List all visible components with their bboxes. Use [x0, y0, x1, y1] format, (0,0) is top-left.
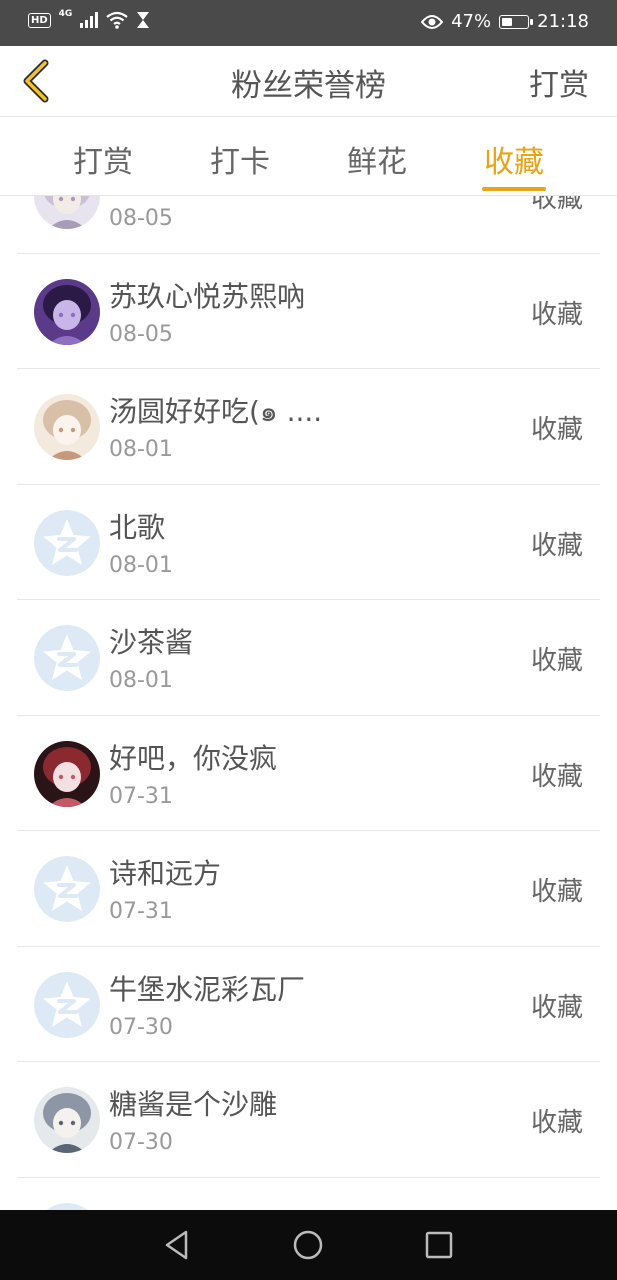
list-item[interactable]: 诗和远方 07-31 收藏: [17, 831, 600, 947]
favorite-date: 07-30: [109, 1014, 173, 1040]
favorite-date: 07-30: [109, 1130, 173, 1155]
fan-name: 沙茶酱: [109, 626, 194, 659]
network-type: 4G: [58, 9, 73, 19]
fan-name: 汤圆好好吃(๑ ....: [109, 395, 323, 428]
action-label: 收藏: [530, 196, 583, 214]
battery-icon: [499, 14, 534, 29]
avatar[interactable]: [34, 971, 100, 1038]
action-label: 收藏: [530, 1108, 583, 1138]
reward-button[interactable]: 打赏: [529, 60, 589, 104]
battery-level: [502, 17, 513, 26]
avatar[interactable]: [34, 196, 100, 229]
fan-name: 苏玖心悦苏熙吶: [109, 279, 306, 313]
favorite-date: 07-31: [109, 783, 173, 809]
eye-icon: [421, 14, 444, 29]
tab-checkin[interactable]: 打卡: [190, 137, 290, 181]
nav-back-icon[interactable]: [159, 1227, 195, 1263]
tab-reward[interactable]: 打赏: [53, 137, 153, 181]
tab-flowers[interactable]: 鲜花: [327, 137, 427, 181]
avatar[interactable]: [34, 1202, 100, 1210]
list-item[interactable]: 糖酱是个沙雕 07-30 收藏: [17, 1062, 600, 1178]
avatar[interactable]: [34, 1087, 100, 1153]
action-label: 收藏: [530, 877, 583, 907]
fan-name: 糖酱是个沙雕: [109, 1088, 278, 1121]
avatar[interactable]: [34, 394, 100, 460]
list-item[interactable]: 沙茶酱 08-01 收藏: [17, 600, 600, 716]
action-label: 收藏: [530, 761, 583, 792]
avatar[interactable]: [34, 625, 100, 691]
app-header: 粉丝荣誉榜 打赏: [0, 46, 617, 116]
avatar[interactable]: [34, 278, 100, 345]
fan-name: 北歌: [109, 510, 166, 544]
wifi-icon: [106, 11, 129, 29]
status-bar: HD 4G 47% 21:18: [0, 0, 617, 46]
favorite-date: 08-01: [109, 437, 173, 462]
fan-list-content: 08-05 收藏 苏玖心悦苏熙吶 08-05 收藏 汤圆好好吃(๑ .... 08-01 收藏…: [0, 196, 617, 1210]
battery-percent: 47%: [451, 11, 492, 32]
list-item[interactable]: 汤圆好好吃(๑ .... 08-01 收藏: [17, 369, 600, 485]
hourglass-icon: [137, 12, 150, 28]
action-label: 收藏: [530, 646, 583, 676]
tab-favorites[interactable]: 收藏: [464, 137, 564, 181]
action-label: 收藏: [530, 415, 583, 445]
list-item[interactable]: 牛堡水泥彩瓦厂 07-30 收藏: [17, 947, 600, 1062]
status-right: 47% 21:18: [421, 11, 589, 32]
favorite-date: 07-31: [109, 899, 173, 924]
list-item[interactable]: [17, 1178, 600, 1210]
nav-home-icon[interactable]: [290, 1227, 326, 1263]
system-nav-bar: [0, 1210, 617, 1280]
list-item[interactable]: 08-05 收藏: [17, 196, 600, 254]
fan-name: 诗和远方: [109, 857, 222, 890]
fan-list[interactable]: 08-05 收藏 苏玖心悦苏熙吶 08-05 收藏 汤圆好好吃(๑ .... 08-01 收藏…: [0, 196, 617, 1210]
action-label: 收藏: [530, 530, 583, 561]
status-time: 21:18: [537, 11, 589, 32]
nav-recents-icon[interactable]: [421, 1227, 457, 1263]
favorite-date: 08-05: [109, 321, 173, 347]
active-tab-indicator: [482, 187, 546, 191]
fan-name: 好吧，你没疯: [109, 741, 278, 775]
status-left: HD 4G: [28, 9, 150, 29]
avatar[interactable]: [34, 740, 100, 807]
action-label: 收藏: [530, 299, 583, 330]
signal-icon: [80, 12, 99, 28]
list-item[interactable]: 好吧，你没疯 07-31 收藏: [17, 716, 600, 831]
favorite-date: 08-01: [109, 668, 173, 693]
action-label: 收藏: [530, 992, 583, 1023]
tab-bar: 打赏 打卡 鲜花 收藏: [0, 116, 617, 196]
fan-name: 牛堡水泥彩瓦厂: [109, 972, 306, 1006]
page-title: 粉丝荣誉榜: [231, 68, 386, 104]
hd-badge: HD: [28, 12, 51, 28]
list-item[interactable]: 北歌 08-01 收藏: [17, 485, 600, 600]
avatar[interactable]: [34, 509, 100, 576]
avatar[interactable]: [34, 856, 100, 922]
list-item[interactable]: 苏玖心悦苏熙吶 08-05 收藏: [17, 254, 600, 369]
favorite-date: 08-05: [109, 206, 173, 231]
favorite-date: 08-01: [109, 552, 173, 578]
